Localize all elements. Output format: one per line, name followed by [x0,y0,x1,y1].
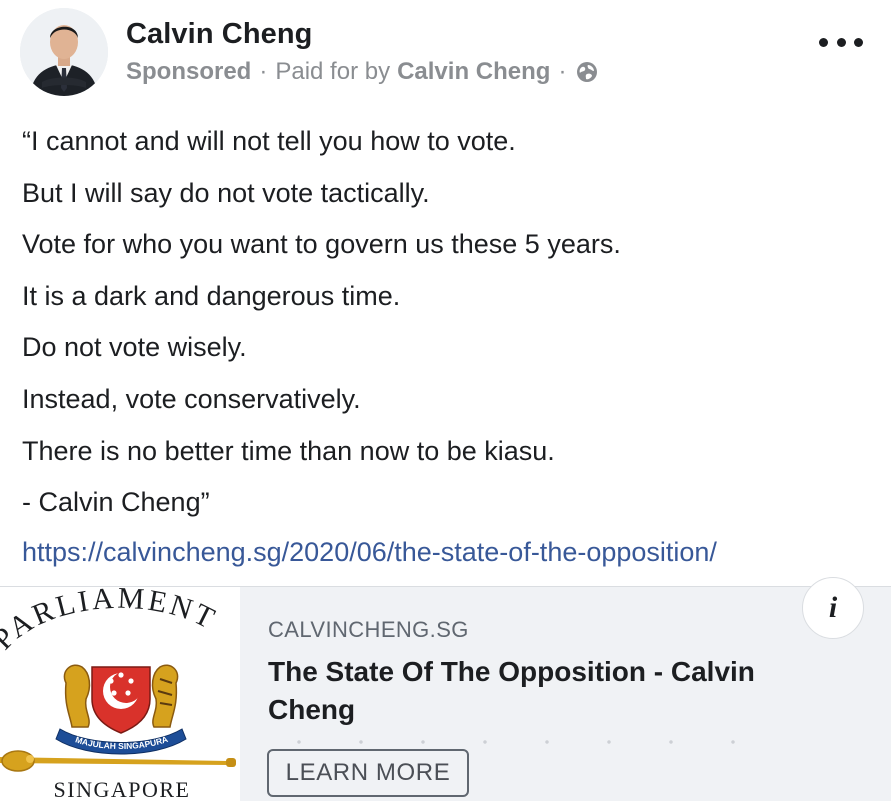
learn-more-button[interactable]: LEARN MORE [267,749,469,797]
post-header: Calvin Cheng Sponsored · Paid for by Cal… [0,0,891,110]
post-text-line: Vote for who you want to govern us these… [22,229,621,260]
link-title[interactable]: The State Of The Opposition - Calvin Che… [268,653,828,729]
parliament-crest-image: PARLIAMENT [0,587,236,801]
more-dots-icon [819,37,828,47]
profile-photo-icon [20,8,108,96]
post-text-line: There is no better time than now to be k… [22,435,555,466]
post-text: “I cannot and will not tell you how to v… [22,116,882,529]
post-meta: Sponsored · Paid for by Calvin Cheng · [126,58,598,86]
paid-for-name[interactable]: Calvin Cheng [397,58,550,86]
post-text-line: Instead, vote conservatively. [22,383,361,414]
post-text-line: “I cannot and will not tell you how to v… [22,126,516,156]
paid-for-prefix: Paid for by [275,58,391,85]
ad-info-button[interactable]: i [802,577,864,639]
post-text-line: But I will say do not vote tactically. [22,177,430,208]
link-description-fade [268,737,788,747]
post-text-line: - Calvin Cheng” [22,487,210,518]
post-text-line: It is a dark and dangerous time. [22,280,401,311]
link-domain: CALVINCHENG.SG [268,617,469,642]
globe-icon [576,61,598,83]
author-name[interactable]: Calvin Cheng [126,18,313,51]
info-icon: i [828,591,838,624]
link-preview-card[interactable]: PARLIAMENT [0,577,891,801]
thumbnail-arc-text: PARLIAMENT [0,587,222,656]
post-link[interactable]: https://calvincheng.sg/2020/06/the-state… [22,530,717,574]
link-thumbnail[interactable]: PARLIAMENT [0,587,240,801]
sponsored-label[interactable]: Sponsored [126,58,251,86]
meta-separator-2: · [558,58,567,85]
author-avatar[interactable] [20,8,108,96]
link-card-info: CALVINCHENG.SG The State Of The Oppositi… [268,617,828,747]
more-options-button[interactable] [819,30,863,54]
post-text-line: Do not vote wisely. [22,332,247,363]
thumbnail-bottom-text: SINGAPORE [54,777,191,801]
meta-separator: · [259,58,268,85]
